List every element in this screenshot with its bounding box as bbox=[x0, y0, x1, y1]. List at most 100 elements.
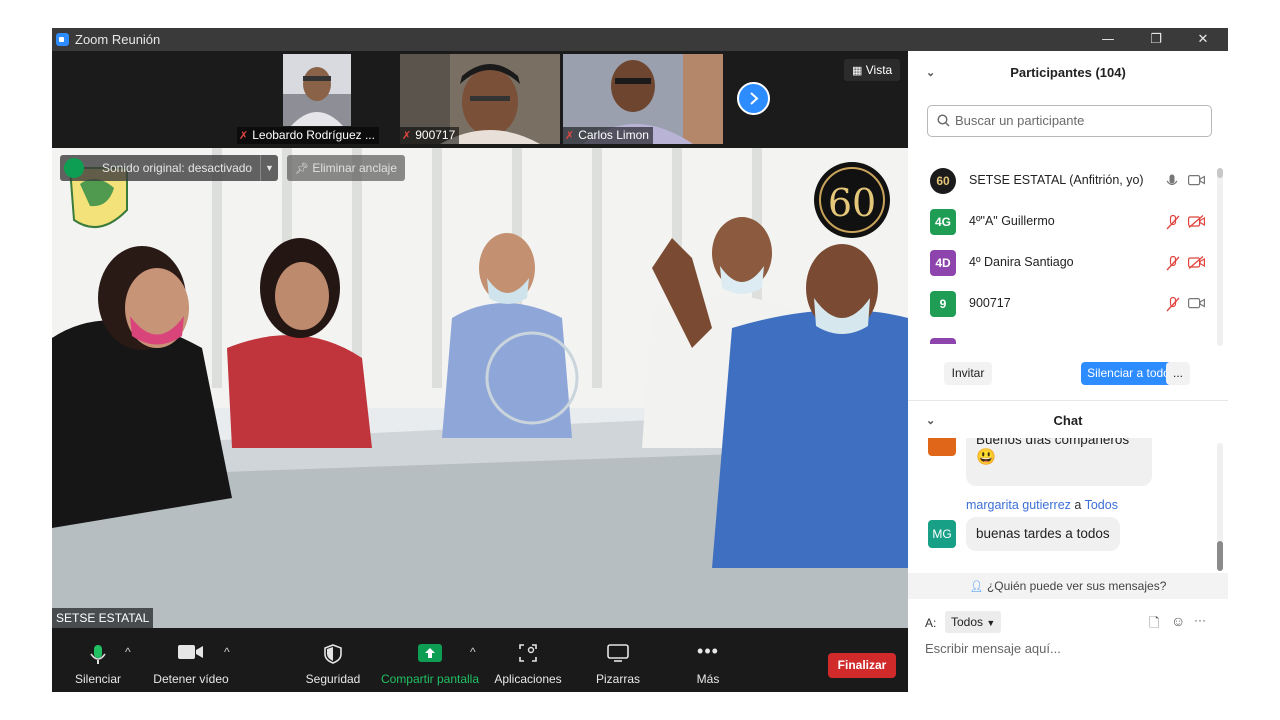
invite-button[interactable]: Invitar bbox=[944, 362, 992, 385]
participant-search-input[interactable]: Buscar un participante bbox=[927, 105, 1212, 137]
mic-muted-icon[interactable] bbox=[1166, 256, 1180, 271]
video-off-icon[interactable] bbox=[1188, 215, 1205, 228]
participant-thumbnail[interactable]: ✗ 900717 bbox=[400, 54, 560, 144]
participant-row[interactable]: 60 SETSE ESTATAL (Anfitrión, yo) bbox=[908, 161, 1220, 202]
avatar: 4D bbox=[930, 250, 956, 276]
close-button[interactable]: ✕ bbox=[1188, 30, 1218, 49]
end-meeting-button[interactable]: Finalizar bbox=[828, 653, 896, 678]
mic-muted-icon[interactable] bbox=[1166, 215, 1180, 230]
whiteboards-button[interactable]: Pizarras bbox=[588, 628, 648, 692]
share-screen-icon bbox=[418, 644, 442, 662]
video-area: ✗ Leobardo Rodríguez ... ✗ 900717 ✗ Carl… bbox=[52, 51, 908, 628]
view-button[interactable]: ▦ Vista bbox=[844, 59, 900, 81]
chat-message: Buenos días compañeros 😃 bbox=[966, 438, 1152, 486]
stop-video-button[interactable]: Detener vídeo bbox=[150, 628, 232, 692]
avatar: 4G bbox=[930, 209, 956, 235]
zoom-app-icon bbox=[56, 33, 69, 46]
meeting-room-image: 60 bbox=[52, 148, 908, 628]
anniversary-badge-text: 60 bbox=[828, 181, 876, 225]
avatar bbox=[930, 338, 956, 344]
avatar bbox=[928, 438, 956, 456]
file-icon[interactable]: 🗋︎ bbox=[1149, 614, 1159, 636]
search-icon bbox=[937, 114, 950, 127]
avatar: MG bbox=[928, 520, 956, 548]
participant-name: 900717 bbox=[969, 296, 1011, 310]
whiteboard-icon bbox=[607, 644, 629, 662]
security-button[interactable]: Seguridad bbox=[302, 628, 364, 692]
more-button[interactable]: ••• Más bbox=[678, 628, 738, 692]
more-options-button[interactable]: ... bbox=[1166, 362, 1190, 385]
original-sound-toggle[interactable]: Sonido original: desactivado ▼ bbox=[60, 155, 278, 181]
minimize-button[interactable]: — bbox=[1093, 30, 1123, 49]
audio-options-chevron-icon[interactable]: ^ bbox=[125, 645, 131, 659]
participant-name: 4º Danira Santiago bbox=[969, 255, 1074, 269]
thumbnail-strip: ✗ Leobardo Rodríguez ... ✗ 900717 ✗ Carl… bbox=[52, 51, 908, 148]
person-info-icon: 👤︎ bbox=[969, 581, 984, 593]
thumbnail-name: ✗ Leobardo Rodríguez ... bbox=[237, 127, 379, 144]
participant-name: 4º"A" Guillermo bbox=[969, 214, 1055, 228]
side-panel: ⌄ Participantes (104) Buscar un particip… bbox=[908, 51, 1228, 692]
avatar: 60 bbox=[930, 168, 956, 194]
avatar: 9 bbox=[930, 291, 956, 317]
mic-muted-icon: ✗ bbox=[565, 130, 575, 142]
mic-muted-icon[interactable] bbox=[1166, 297, 1180, 312]
microphone-icon bbox=[90, 645, 106, 664]
participants-scrollbar[interactable] bbox=[1217, 168, 1223, 346]
chat-messages: Buenos días compañeros 😃 margarita gutie… bbox=[908, 438, 1228, 573]
scrollbar-thumb[interactable] bbox=[1217, 541, 1223, 571]
more-dots-icon: ••• bbox=[697, 641, 719, 661]
video-camera-icon bbox=[178, 645, 203, 659]
participant-name: SETSE ESTATAL (Anfitrión, yo) bbox=[969, 173, 1144, 187]
participant-thumbnail[interactable]: ✗ Carlos Limon bbox=[563, 54, 723, 144]
microphone-icon[interactable] bbox=[1166, 174, 1178, 189]
restore-button[interactable]: ❐ bbox=[1141, 30, 1171, 49]
shield-icon bbox=[324, 644, 342, 664]
participant-video-image bbox=[283, 54, 351, 126]
shield-check-icon bbox=[64, 158, 84, 178]
chevron-down-icon: ▼ bbox=[986, 618, 996, 628]
mic-muted-icon: ✗ bbox=[239, 130, 249, 142]
thumbnail-name: ✗ Carlos Limon bbox=[563, 127, 653, 144]
chat-compose-input[interactable]: Escribir mensaje aquí... bbox=[925, 641, 1061, 656]
title-bar: Zoom Reunión — ❐ ✕ bbox=[52, 28, 1228, 51]
apps-icon bbox=[519, 644, 537, 662]
scrollbar-thumb[interactable] bbox=[1217, 168, 1223, 178]
chat-scrollbar[interactable] bbox=[1217, 443, 1223, 571]
collapse-chevron-icon[interactable]: ⌄ bbox=[926, 51, 935, 95]
recipient-select[interactable]: Todos ▼ bbox=[945, 611, 1002, 633]
video-camera-icon[interactable] bbox=[1188, 174, 1205, 186]
chevron-down-icon[interactable]: ▼ bbox=[260, 155, 278, 181]
mic-muted-icon: ✗ bbox=[402, 130, 412, 142]
participant-row[interactable]: 9 900717 bbox=[908, 284, 1220, 325]
zoom-window: Zoom Reunión — ❐ ✕ ✗ Leobardo Rodríguez .… bbox=[52, 28, 1228, 692]
emoji-icon[interactable]: ☺ bbox=[1171, 613, 1185, 629]
collapse-chevron-icon[interactable]: ⌄ bbox=[926, 401, 935, 441]
original-sound-label: Sonido original: desactivado bbox=[102, 161, 253, 175]
smiley-emoji-icon: 😃 bbox=[976, 449, 996, 466]
chat-message: buenas tardes a todos bbox=[966, 517, 1120, 551]
share-options-chevron-icon[interactable]: ^ bbox=[470, 645, 476, 659]
apps-button[interactable]: Aplicaciones bbox=[492, 628, 564, 692]
more-dots-icon[interactable]: ··· bbox=[1194, 613, 1206, 627]
next-page-button[interactable] bbox=[737, 82, 770, 115]
window-title: Zoom Reunión bbox=[75, 32, 161, 47]
participant-row[interactable]: 4G 4º"A" Guillermo bbox=[908, 202, 1220, 243]
participants-header: ⌄ Participantes (104) bbox=[908, 51, 1228, 95]
chevron-right-icon bbox=[750, 92, 759, 105]
unpin-button[interactable]: 📌︎ Eliminar anclaje bbox=[287, 155, 406, 181]
who-can-see-messages-link[interactable]: 👤︎ ¿Quién puede ver sus mensajes? bbox=[908, 573, 1228, 599]
share-screen-button[interactable]: Compartir pantalla bbox=[378, 628, 482, 692]
to-label: A: bbox=[925, 616, 937, 630]
main-video: 60 Sonido original: desactivado ▼ 📌︎ Eli… bbox=[52, 148, 908, 628]
mute-button[interactable]: Silenciar bbox=[66, 628, 130, 692]
participant-row[interactable]: 4D 4º Danira Santiago bbox=[908, 243, 1220, 284]
video-off-icon[interactable] bbox=[1188, 256, 1205, 269]
video-options-chevron-icon[interactable]: ^ bbox=[224, 645, 230, 659]
grid-icon: ▦ bbox=[852, 65, 863, 77]
pin-icon: 📌︎ bbox=[295, 163, 309, 175]
speaker-name-label: SETSE ESTATAL bbox=[52, 608, 154, 628]
meeting-toolbar: Silenciar ^ Detener vídeo ^ Seguridad Co… bbox=[52, 628, 908, 692]
participant-thumbnail[interactable]: ✗ Leobardo Rodríguez ... bbox=[237, 54, 399, 144]
thumbnail-name: ✗ 900717 bbox=[400, 127, 460, 144]
video-camera-icon[interactable] bbox=[1188, 297, 1205, 309]
